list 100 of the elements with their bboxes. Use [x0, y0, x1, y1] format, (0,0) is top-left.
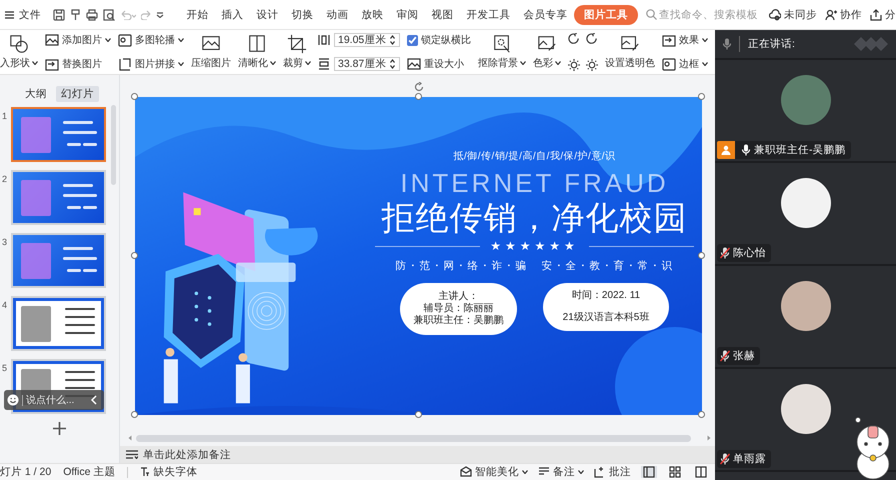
toolbar-button[interactable]: 分 [870, 8, 896, 22]
save-icon[interactable] [53, 8, 65, 20]
menu-tab[interactable]: 切换 [285, 4, 320, 24]
menu-tab[interactable]: 开发工具 [460, 4, 517, 24]
ribbon-button[interactable]: 压缩图片 [191, 34, 231, 70]
info-text: 兼职班主任：吴鹏鹏 [414, 315, 504, 327]
slide-number: 5 [2, 363, 8, 373]
panel-tab[interactable]: 幻灯片 [56, 86, 99, 102]
preview-icon[interactable] [103, 8, 115, 20]
chat-bar[interactable]: 说点什么... [4, 390, 104, 410]
ribbon-button[interactable]: 裁剪 [283, 34, 311, 70]
menu-tab[interactable]: 动画 [320, 4, 355, 24]
checkbox-label: 锁定纵横比 [421, 34, 471, 47]
menu-tab[interactable]: 审阅 [390, 4, 425, 24]
menu-tab[interactable]: 设计 [250, 4, 285, 24]
ribbon-button[interactable]: 入形状 [0, 34, 38, 70]
participant-name: 陈心怡 [733, 246, 766, 260]
ribbon-button[interactable]: 图片拼接 [118, 57, 184, 71]
search-icon [646, 9, 657, 20]
selection-handle[interactable] [698, 93, 705, 100]
scrollbar[interactable] [111, 105, 116, 185]
slide-thumbnail[interactable] [11, 170, 106, 225]
toolbar-button[interactable]: 未同步 [769, 8, 817, 22]
picture-tool-icon [118, 34, 132, 46]
rotate-icon[interactable] [586, 33, 598, 45]
avatar-placeholder [780, 178, 830, 228]
slide-thumbnail[interactable] [11, 107, 106, 162]
brightness-icon[interactable] [586, 59, 598, 71]
layout-icon [669, 466, 681, 478]
menu-tab[interactable]: 会员专享 [517, 4, 574, 24]
ribbon-button[interactable]: 重设大小 [407, 57, 471, 71]
selection-handle[interactable] [698, 252, 705, 259]
picture-tool-icon [247, 34, 267, 54]
view-button[interactable] [693, 466, 709, 478]
ribbon-button[interactable]: 多图轮播 [118, 33, 184, 47]
notes-icon [126, 450, 138, 459]
panel-tab[interactable]: 大纲 [20, 86, 52, 102]
print-icon[interactable] [86, 8, 98, 20]
ribbon-button[interactable]: 替换图片 [45, 57, 111, 71]
height-icon [318, 58, 330, 70]
slide-number: 4 [2, 300, 8, 310]
missing-font-button[interactable]: 缺失字体 [140, 465, 198, 479]
menu-tab[interactable]: 视图 [425, 4, 460, 24]
ribbon-button[interactable]: 添加图片 [45, 33, 111, 47]
slide-thumbnail[interactable] [11, 296, 106, 351]
status-text: Office 主题 [63, 465, 116, 479]
chat-input-field[interactable]: 说点什么... [22, 394, 88, 406]
scroll-left-icon[interactable] [128, 435, 132, 441]
view-button[interactable] [641, 466, 657, 478]
ribbon-button[interactable]: 抠除背景 [478, 34, 526, 70]
rotate-handle-icon[interactable] [414, 82, 424, 92]
slide-subtitle: INTERNET FRAUD [400, 169, 669, 197]
cloud-icon [769, 8, 781, 20]
scroll-right-icon[interactable] [707, 435, 711, 441]
ribbon-button[interactable]: 色彩 [533, 34, 561, 70]
ribbon-button[interactable]: 清晰化 [238, 34, 276, 70]
layout-icon [695, 466, 707, 478]
menu-tab[interactable]: 插入 [215, 4, 250, 24]
add-slide-button[interactable] [53, 422, 66, 438]
file-menu-button[interactable]: 文件 [5, 8, 41, 22]
selection-handle[interactable] [414, 93, 422, 100]
ribbon-button[interactable]: 设置透明色 [605, 34, 655, 70]
ribbon-button[interactable]: 边框 [662, 57, 708, 71]
size-field[interactable]: 33.87厘米 [334, 57, 400, 71]
horizontal-scrollbar[interactable] [136, 434, 691, 442]
selection-handle[interactable] [131, 252, 138, 259]
selection-handle[interactable] [131, 411, 138, 418]
avatar-placeholder [780, 384, 830, 434]
selection-handle[interactable] [131, 93, 138, 100]
brush-icon[interactable] [70, 8, 81, 20]
slide-thumbnail[interactable] [11, 233, 106, 288]
picture-tool-icon [118, 58, 132, 70]
smiley-icon [7, 394, 19, 406]
brightness-icon[interactable] [568, 59, 580, 71]
chevron-left-icon[interactable] [91, 395, 97, 405]
person-plus-icon [825, 8, 837, 20]
selection-handle[interactable] [698, 411, 705, 418]
toolbar-button[interactable]: 协作 [825, 8, 862, 22]
avatar-placeholder [780, 281, 830, 331]
ribbon-button[interactable]: 效果 [662, 33, 708, 47]
star-decoration: ★★★★★★ [490, 239, 579, 253]
slide-tagline: 抵/御/传/销/提/高/自/我/保/护/意/识 [453, 150, 616, 163]
status-button[interactable]: 智能美化 [460, 465, 528, 479]
menu-tab[interactable]: 放映 [355, 4, 390, 24]
status-button[interactable]: 备注 [538, 465, 584, 479]
picture-tool-icon [45, 58, 59, 70]
rotate-icon[interactable] [568, 33, 580, 45]
status-button[interactable]: 批注 [594, 465, 631, 479]
search-field[interactable]: 查找命令、搜索模板 [659, 8, 763, 20]
notes-field[interactable]: 单击此处添加备注 [143, 448, 343, 460]
picture-tool-icon [492, 34, 512, 54]
view-button[interactable] [667, 466, 683, 478]
avatar-placeholder [780, 75, 830, 125]
menu-tab[interactable]: 开始 [180, 4, 215, 24]
slide-title: 拒绝传销，净化校园 [382, 199, 688, 237]
caret-icon[interactable] [156, 12, 164, 18]
size-field[interactable]: 19.05厘米 [334, 33, 400, 47]
picture-tool-icon [662, 34, 676, 46]
lock-ratio-checkbox[interactable] [407, 34, 418, 46]
beautify-icon [460, 466, 472, 478]
